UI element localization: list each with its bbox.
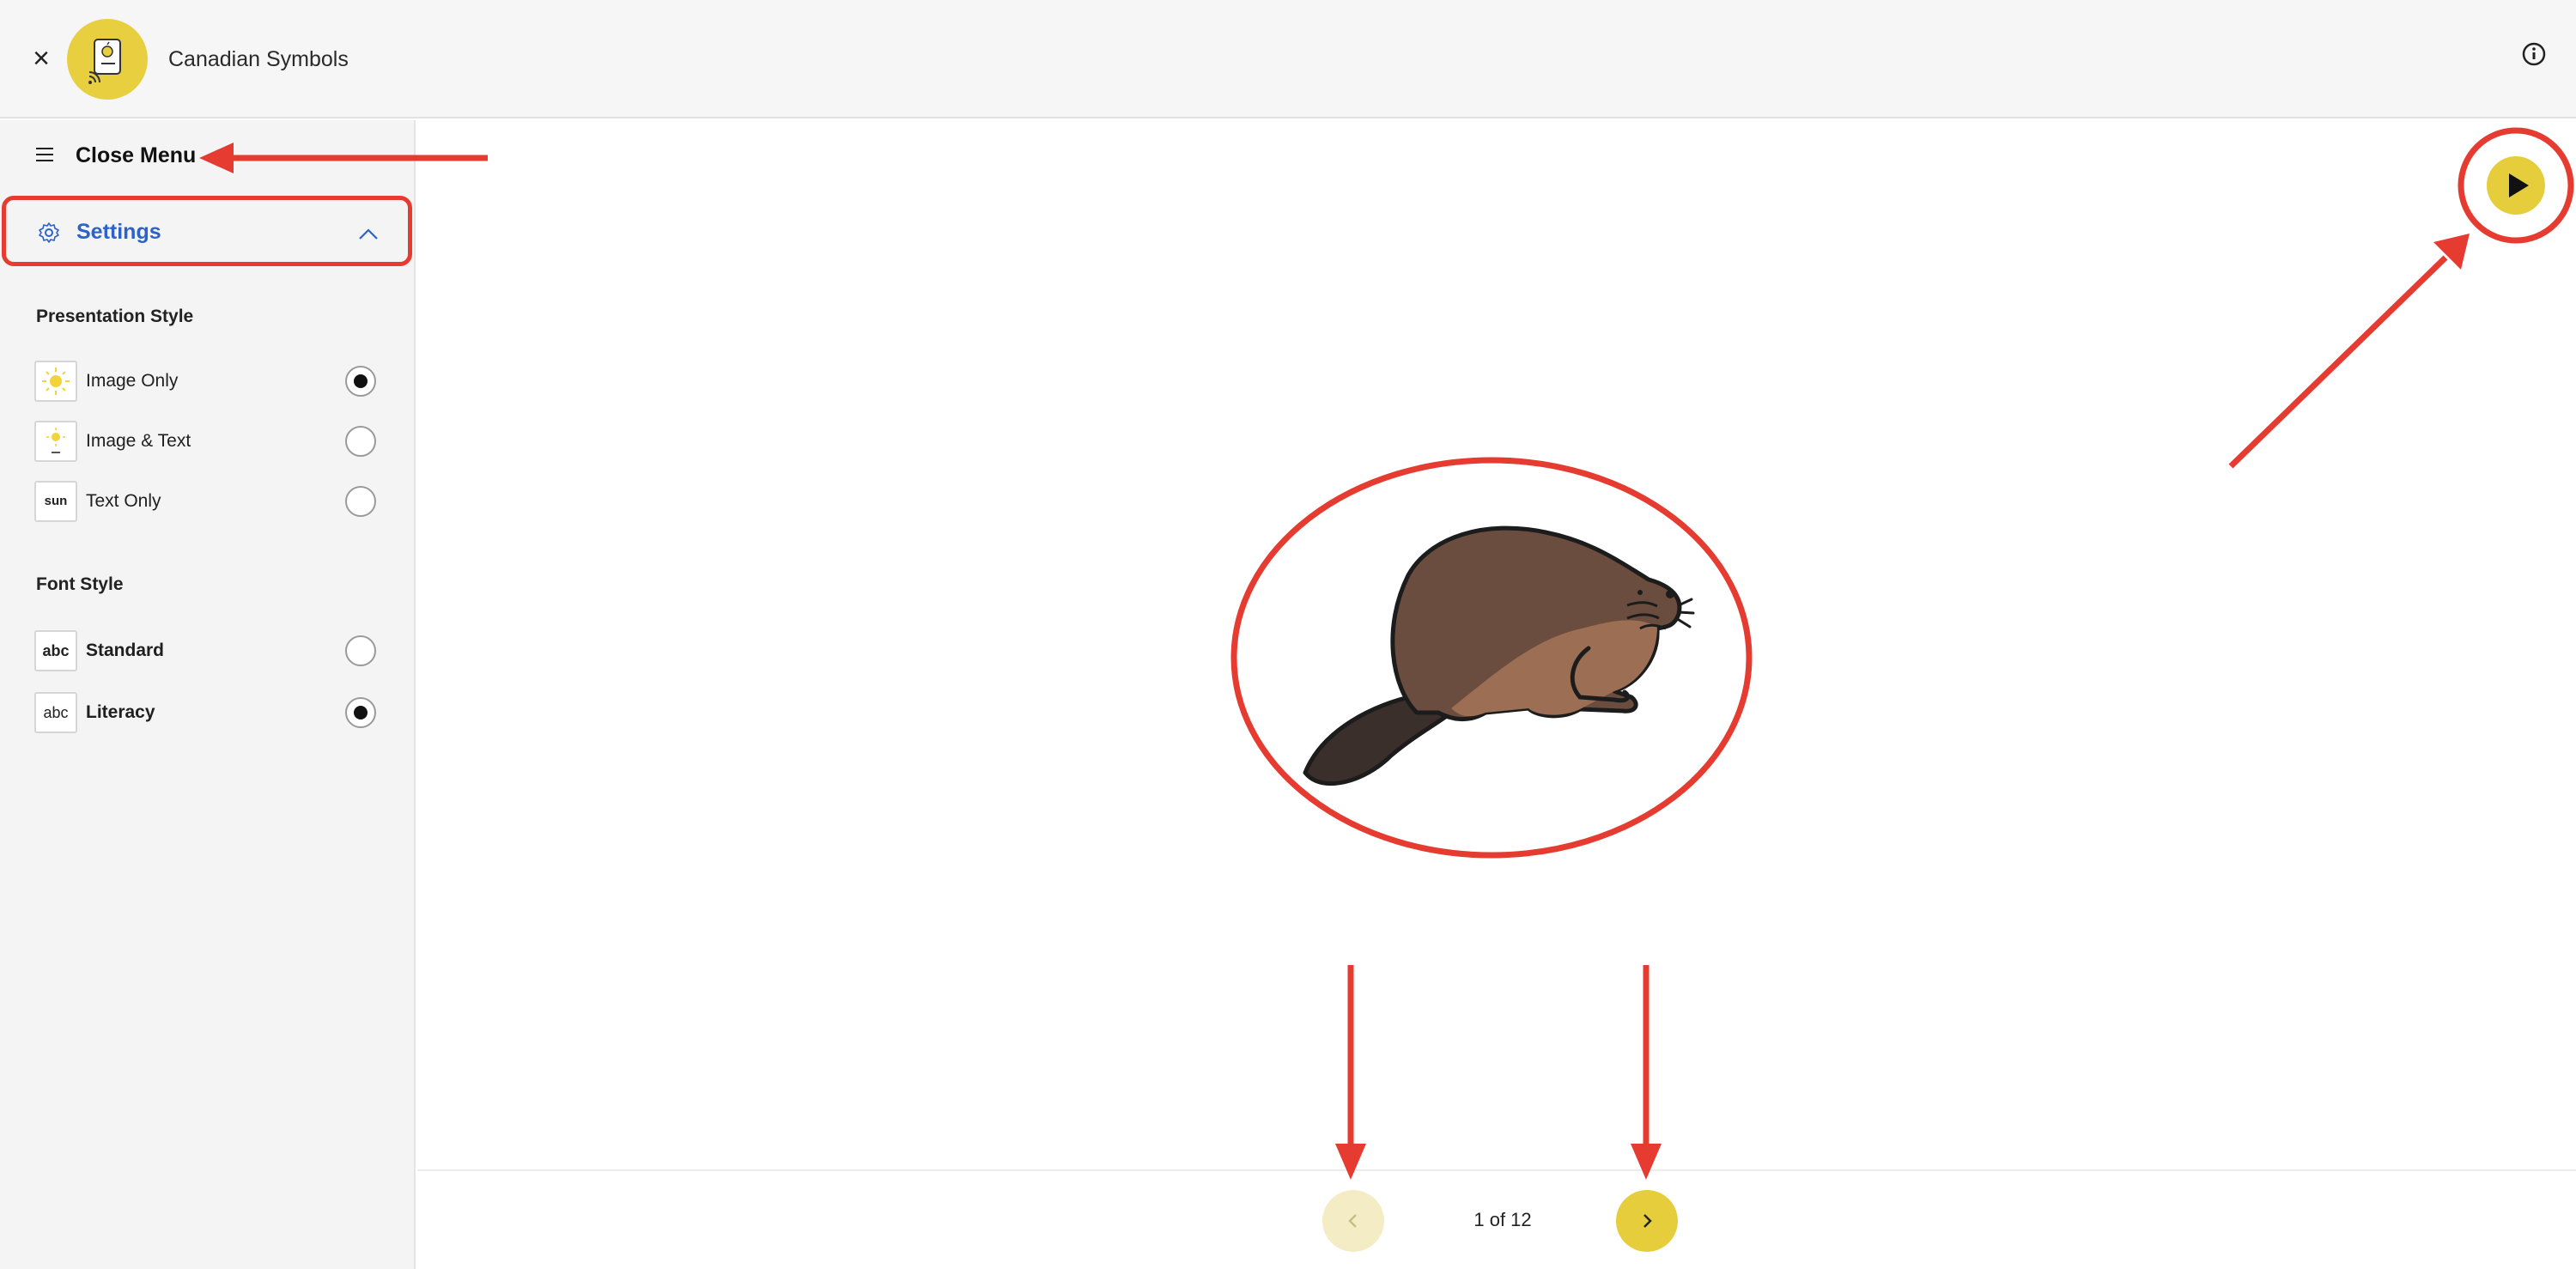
footer-divider [417, 1169, 2576, 1171]
info-icon [2522, 42, 2546, 66]
app-title: Canadian Symbols [168, 47, 349, 71]
option-thumb: sun [34, 481, 77, 522]
previous-button[interactable] [1322, 1190, 1384, 1252]
chevron-up-icon [359, 228, 378, 240]
close-button[interactable]: × [26, 39, 57, 77]
chevron-left-icon [1348, 1214, 1357, 1228]
close-icon: × [33, 42, 50, 75]
option-label: Image & Text [86, 431, 191, 451]
thumb-text: sun [44, 494, 68, 508]
sun-icon [42, 367, 70, 395]
option-thumb: abc [34, 692, 77, 733]
option-label: Standard [86, 641, 165, 660]
option-standard-font[interactable]: abc Standard [0, 625, 416, 677]
radio-literacy-font[interactable] [345, 697, 376, 728]
option-image-only[interactable]: Image Only [0, 355, 416, 407]
sun-icon [46, 428, 65, 453]
option-thumb: abc [34, 630, 77, 671]
close-menu-label: Close Menu [76, 143, 197, 167]
beaver-icon [1303, 525, 1695, 786]
thumb-text: abc [42, 642, 70, 659]
option-literacy-font[interactable]: abc Literacy [0, 687, 416, 738]
info-button[interactable] [2521, 41, 2547, 67]
option-label: Literacy [86, 702, 155, 722]
radio-image-only[interactable] [345, 366, 376, 397]
radio-standard-font[interactable] [345, 635, 376, 666]
radio-image-and-text[interactable] [345, 426, 376, 457]
sidebar: Close Menu Settings Presentation Style I… [0, 120, 416, 1269]
thumb-text: abc [43, 704, 69, 721]
settings-accordion[interactable]: Settings [2, 196, 412, 266]
hamburger-icon [36, 148, 53, 161]
option-thumb [34, 421, 77, 462]
option-label: Image Only [86, 371, 179, 391]
page-indicator: 1 of 12 [1473, 1209, 1532, 1230]
option-thumb [34, 361, 77, 402]
option-label: Text Only [86, 491, 161, 511]
top-bar: × Canadian Symbols [0, 0, 2576, 118]
presentation-style-heading: Presentation Style [36, 307, 194, 326]
gear-icon [39, 222, 59, 243]
next-button[interactable] [1616, 1190, 1678, 1252]
option-text-only[interactable]: sun Text Only [0, 476, 416, 527]
settings-label: Settings [76, 220, 161, 244]
app-logo-icon [67, 19, 148, 100]
font-style-heading: Font Style [36, 574, 124, 594]
option-image-and-text[interactable]: Image & Text [0, 416, 416, 467]
chevron-right-icon [1643, 1214, 1652, 1228]
play-button[interactable] [2487, 156, 2545, 215]
play-icon [2509, 173, 2529, 197]
close-menu-button[interactable]: Close Menu [0, 120, 416, 191]
radio-text-only[interactable] [345, 486, 376, 517]
